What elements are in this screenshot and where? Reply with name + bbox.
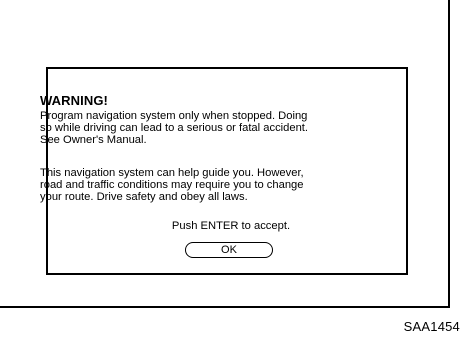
warning-message-line: See Owner's Manual. xyxy=(40,134,147,147)
warning-message-line: road and traffic conditions may require … xyxy=(40,179,304,192)
warning-message-paragraph-2: This navigation system can help guide yo… xyxy=(40,167,304,204)
warning-message-line: This navigation system can help guide yo… xyxy=(40,167,304,179)
ok-button[interactable]: OK xyxy=(185,242,273,258)
accept-prompt: Push ENTER to accept. xyxy=(171,220,291,232)
warning-heading: WARNING! xyxy=(40,93,108,108)
warning-message-line: your route. Drive safety and obey all la… xyxy=(40,191,248,204)
warning-message-paragraph-1: Program navigation system only when stop… xyxy=(40,110,308,147)
warning-message-line: so while driving can lead to a serious o… xyxy=(40,122,309,135)
warning-message-line: Program navigation system only when stop… xyxy=(40,110,308,122)
figure-caption: SAA1454 xyxy=(403,319,460,334)
